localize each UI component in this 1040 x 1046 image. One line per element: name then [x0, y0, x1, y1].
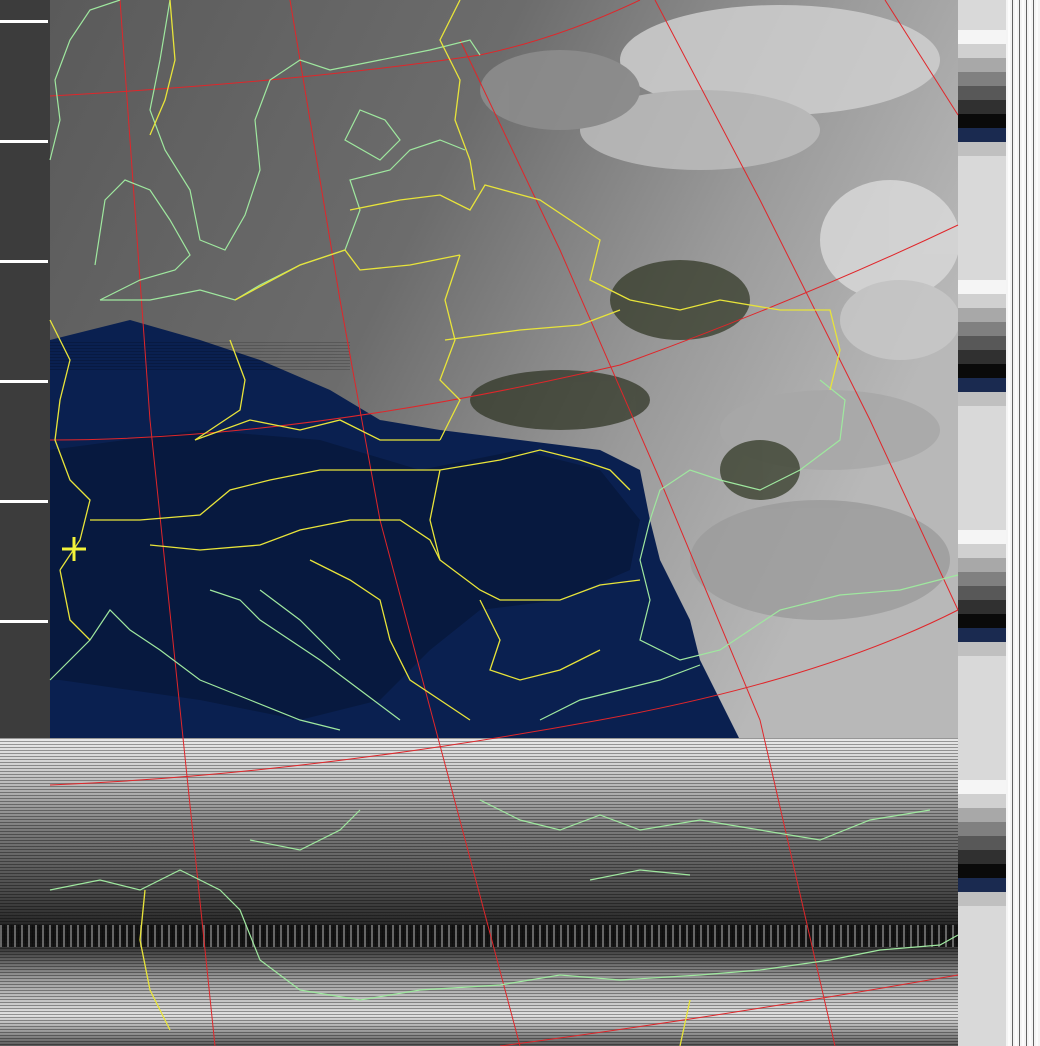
telemetry-wedge [958, 586, 1006, 600]
telemetry-wedge [958, 114, 1006, 128]
sync-tick [0, 140, 48, 143]
telemetry-wedge [958, 44, 1006, 58]
telemetry-wedge [958, 822, 1006, 836]
telemetry-wedge [958, 142, 1006, 156]
telemetry-wedge [958, 336, 1006, 350]
telemetry-wedge [958, 558, 1006, 572]
telemetry-column [958, 0, 1040, 1046]
telemetry-wedge [958, 878, 1006, 892]
telemetry-wedge [958, 836, 1006, 850]
satellite-map [0, 0, 1040, 1046]
sync-tick [0, 20, 48, 23]
telemetry-wedge [958, 280, 1006, 294]
telemetry-wedge [958, 30, 1006, 44]
sync-tick [0, 380, 48, 383]
telemetry-wedge [958, 364, 1006, 378]
telemetry-wedge [958, 642, 1006, 656]
telemetry-wedge [958, 614, 1006, 628]
telemetry-wedge [958, 544, 1006, 558]
satellite-image-frame [0, 0, 1040, 1046]
telemetry-wedge [958, 572, 1006, 586]
telemetry-wedge [958, 308, 1006, 322]
telemetry-wedge [958, 100, 1006, 114]
sync-tick [0, 260, 48, 263]
telemetry-wedge [958, 530, 1006, 544]
sync-tick [0, 620, 48, 623]
sync-tick [0, 500, 48, 503]
telemetry-wedge [958, 864, 1006, 878]
telemetry-wedge [958, 808, 1006, 822]
telemetry-wedge [958, 850, 1006, 864]
telemetry-wedge [958, 378, 1006, 392]
telemetry-wedge [958, 600, 1006, 614]
telemetry-wedge [958, 392, 1006, 406]
telemetry-wedge [958, 322, 1006, 336]
telemetry-wedge [958, 86, 1006, 100]
telemetry-wedge [958, 58, 1006, 72]
telemetry-wedge [958, 892, 1006, 906]
telemetry-wedge [958, 628, 1006, 642]
telemetry-wedge [958, 72, 1006, 86]
telemetry-wedge [958, 128, 1006, 142]
telemetry-wedge [958, 294, 1006, 308]
telemetry-wedge [958, 794, 1006, 808]
telemetry-wedge [958, 780, 1006, 794]
telemetry-wedge [958, 350, 1006, 364]
